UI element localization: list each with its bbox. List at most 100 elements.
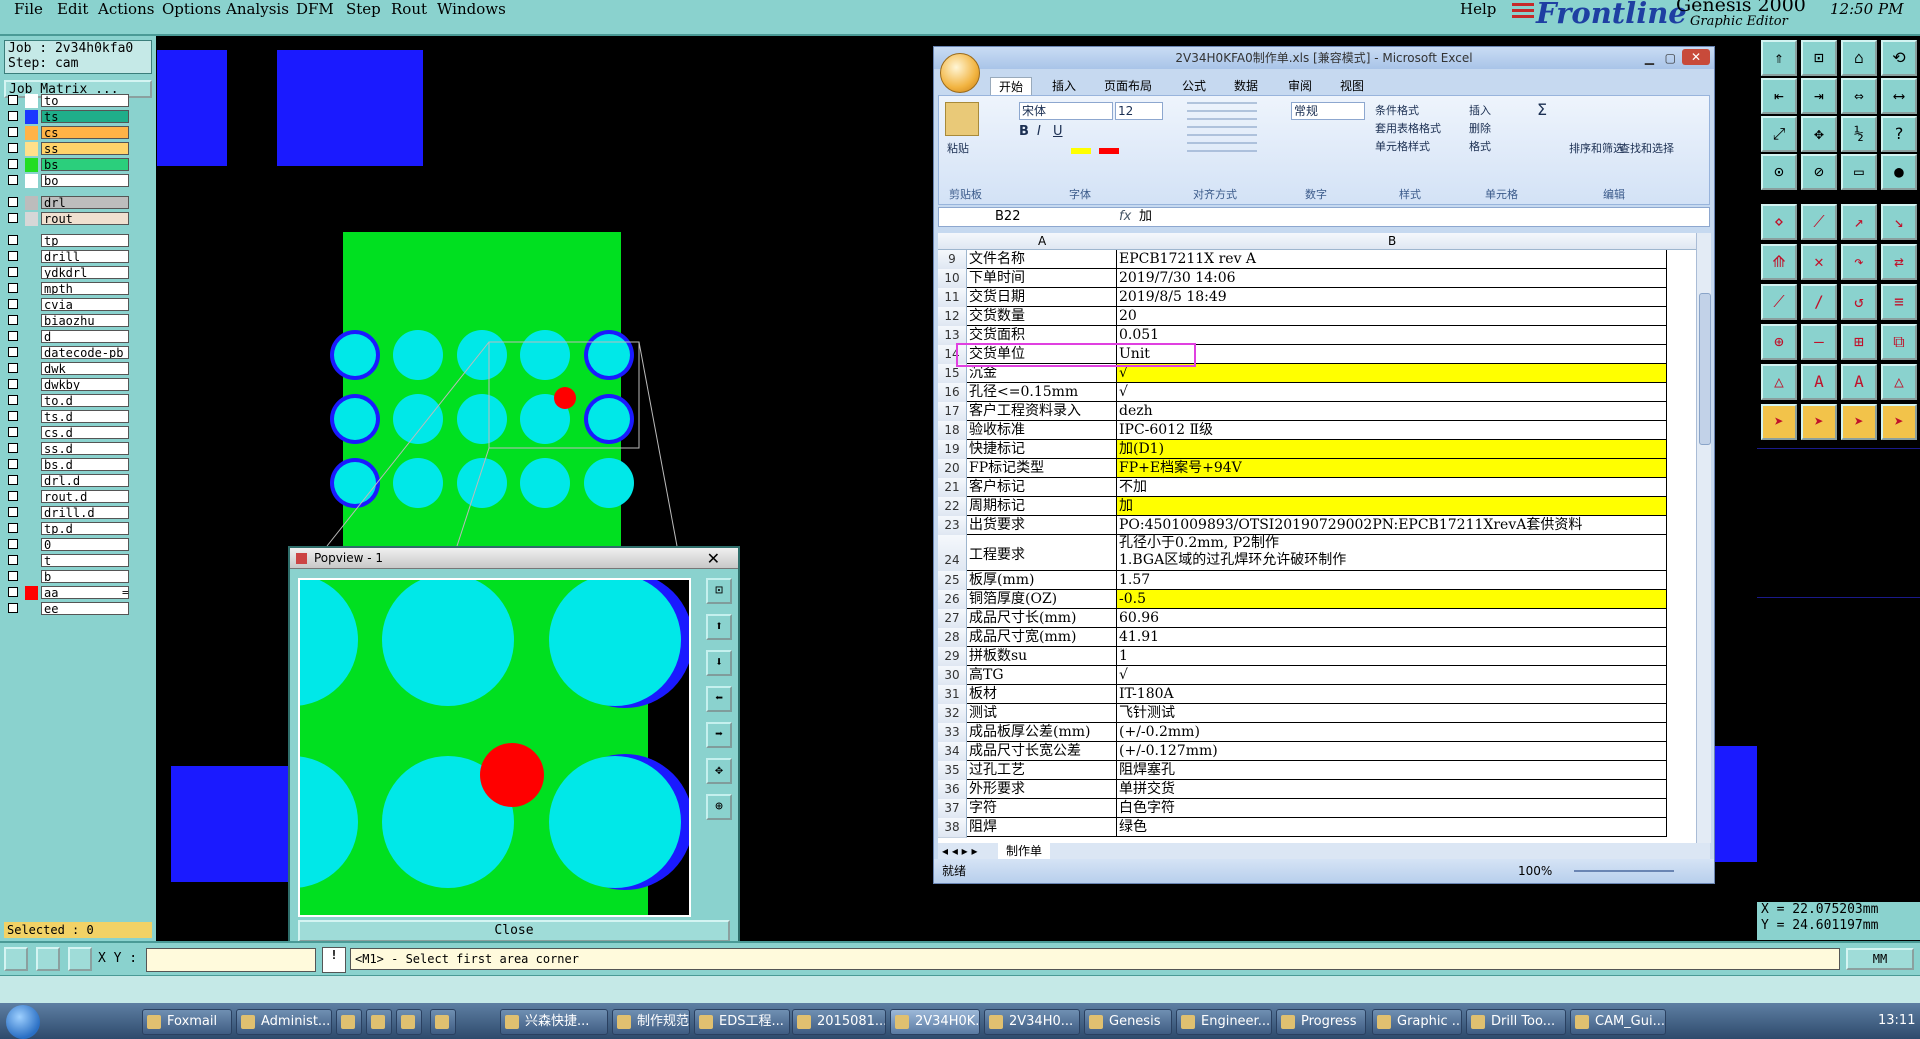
table-row[interactable]: 26 铜箔厚度(OZ) -0.5 — [938, 590, 1696, 610]
cell-a[interactable]: 成品尺寸长宽公差 — [967, 742, 1117, 761]
popview-right-icon[interactable]: ➡ — [706, 722, 732, 748]
alignment-buttons[interactable] — [1187, 102, 1257, 152]
layer-name[interactable]: cs.d — [41, 426, 129, 439]
row-number[interactable]: 33 — [938, 723, 967, 743]
layer-row[interactable]: dwkby — [8, 378, 129, 392]
triangle3-icon[interactable]: △ — [1881, 364, 1917, 400]
arc-icon[interactable]: ↷ — [1841, 244, 1877, 280]
layer-row[interactable]: bo — [8, 174, 129, 188]
tab-insert[interactable]: 插入 — [1052, 77, 1076, 94]
layer-row[interactable]: t — [8, 554, 129, 568]
layer-color-swatch[interactable] — [25, 174, 38, 188]
taskbar-item[interactable]: 兴森快捷... — [500, 1009, 608, 1035]
node-icon[interactable]: ⟰ — [1761, 244, 1797, 280]
table-row[interactable]: 35 过孔工艺 阻焊塞孔 — [938, 761, 1696, 781]
row-number[interactable]: 20 — [938, 459, 967, 479]
menu-actions[interactable]: Actions — [98, 0, 154, 18]
layer-row[interactable]: 0 — [8, 538, 129, 552]
table-row[interactable]: 12 交货数量 20 — [938, 307, 1696, 327]
row-number[interactable]: 37 — [938, 799, 967, 819]
table-row[interactable]: 31 板材 IT-180A — [938, 685, 1696, 705]
measure-icon[interactable] — [36, 947, 60, 971]
sheet-tab[interactable]: 制作单 — [998, 843, 1051, 859]
table-row[interactable]: 24 工程要求 孔径小于0.2mm, P2制作 1.BGA区域的过孔焊环允许破环制作 — [938, 535, 1696, 572]
fill-color-icon[interactable] — [1071, 148, 1091, 154]
cell-b[interactable]: √ — [1117, 383, 1667, 402]
cell-a[interactable]: 孔径<=0.15mm — [967, 383, 1117, 402]
italic-button[interactable]: I — [1037, 124, 1041, 139]
layer-row[interactable]: mpth — [8, 282, 129, 296]
bold-button[interactable]: B — [1019, 124, 1029, 139]
layer-color-swatch[interactable] — [25, 474, 38, 488]
cell-a[interactable]: 铜箔厚度(OZ) — [967, 590, 1117, 609]
table-row[interactable]: 9 文件名称 EPCB17211X rev A — [938, 250, 1696, 270]
layer-row[interactable]: datecode-pb — [8, 346, 129, 360]
layer-checkbox[interactable] — [8, 379, 18, 389]
layer-color-swatch[interactable] — [25, 458, 38, 472]
table-row[interactable]: 28 成品尺寸宽(mm) 41.91 — [938, 628, 1696, 648]
cell-b[interactable]: IPC-6012 Ⅱ级 — [1117, 421, 1667, 440]
layer-color-swatch[interactable] — [25, 570, 38, 584]
cell-a[interactable]: 板材 — [967, 685, 1117, 704]
menu-analysis[interactable]: Analysis — [226, 0, 289, 18]
cell-a[interactable]: 板厚(mm) — [967, 571, 1117, 590]
layer-row[interactable]: cvia — [8, 298, 129, 312]
layer-checkbox[interactable] — [8, 411, 18, 421]
number-format-select[interactable]: 常规 — [1291, 102, 1365, 120]
layer-name[interactable]: to — [41, 94, 129, 107]
cell-a[interactable]: 交货数量 — [967, 307, 1117, 326]
tab-review[interactable]: 审阅 — [1288, 77, 1312, 94]
taskbar-item[interactable] — [336, 1009, 362, 1035]
open-icon[interactable]: ⇑ — [1761, 40, 1797, 76]
row-number[interactable]: 10 — [938, 269, 967, 289]
row-number[interactable]: 11 — [938, 288, 967, 308]
taskbar-item[interactable]: Foxmail — [142, 1009, 232, 1035]
vertical-scrollbar[interactable] — [1696, 233, 1711, 843]
layer-checkbox[interactable] — [8, 571, 18, 581]
taskbar-item[interactable] — [366, 1009, 392, 1035]
layer-color-swatch[interactable] — [25, 490, 38, 504]
home-icon[interactable]: ⌂ — [1841, 40, 1877, 76]
help-icon[interactable]: ? — [1881, 116, 1917, 152]
break-icon[interactable]: ● — [1881, 154, 1917, 190]
maximize-icon[interactable]: ▢ — [1665, 47, 1676, 69]
popview-fit-icon[interactable]: ⊡ — [706, 578, 732, 604]
cell-a[interactable]: 成品板厚公差(mm) — [967, 723, 1117, 742]
layer-checkbox[interactable] — [8, 507, 18, 517]
rotate-icon[interactable]: ↺ — [1841, 284, 1877, 320]
layer-name[interactable]: rout.d — [41, 490, 129, 503]
layer-checkbox[interactable] — [8, 197, 18, 207]
save-icon[interactable]: ⊡ — [1801, 40, 1837, 76]
cell-b[interactable]: dezh — [1117, 402, 1667, 421]
delete-cells-button[interactable]: 删除 — [1469, 120, 1491, 136]
layer-row[interactable]: rout — [8, 212, 129, 226]
cell-b[interactable]: 单拼交货 — [1117, 780, 1667, 799]
menu-options[interactable]: Options — [162, 0, 221, 18]
popview-down-icon[interactable]: ⬇ — [706, 650, 732, 676]
font-name-select[interactable]: 宋体 — [1019, 102, 1113, 120]
tab-formulas[interactable]: 公式 — [1182, 77, 1206, 94]
cell-b[interactable]: √ — [1117, 364, 1667, 383]
table-row[interactable]: 11 交货日期 2019/8/5 18:49 — [938, 288, 1696, 308]
cell-a[interactable]: 客户工程资料录入 — [967, 402, 1117, 421]
triangle2-icon[interactable]: A — [1841, 364, 1877, 400]
cell-b[interactable]: (+/-0.127mm) — [1117, 742, 1667, 761]
layer-row[interactable]: to — [8, 94, 129, 108]
center-icon[interactable]: ✥ — [1801, 116, 1837, 152]
table-row[interactable]: 30 高TG √ — [938, 666, 1696, 686]
layer-checkbox[interactable] — [8, 175, 18, 185]
cell-b[interactable]: 2019/8/5 18:49 — [1117, 288, 1667, 307]
layer-name[interactable]: mpth — [41, 282, 129, 295]
layer-name[interactable]: rout — [41, 212, 129, 225]
layer-row[interactable]: ee — [8, 602, 129, 616]
row-number[interactable]: 30 — [938, 666, 967, 686]
popview-titlebar[interactable]: Popview - 1 ✕ — [290, 548, 738, 569]
slash-icon[interactable]: / — [1801, 284, 1837, 320]
cell-b[interactable]: Unit — [1117, 345, 1667, 364]
layer-name[interactable]: drill.d — [41, 506, 129, 519]
layer-checkbox[interactable] — [8, 251, 18, 261]
cell-b[interactable]: EPCB17211X rev A — [1117, 250, 1667, 269]
xy-input[interactable] — [146, 948, 316, 972]
row-number[interactable]: 38 — [938, 818, 967, 838]
tab-home[interactable]: 开始 — [990, 77, 1033, 95]
